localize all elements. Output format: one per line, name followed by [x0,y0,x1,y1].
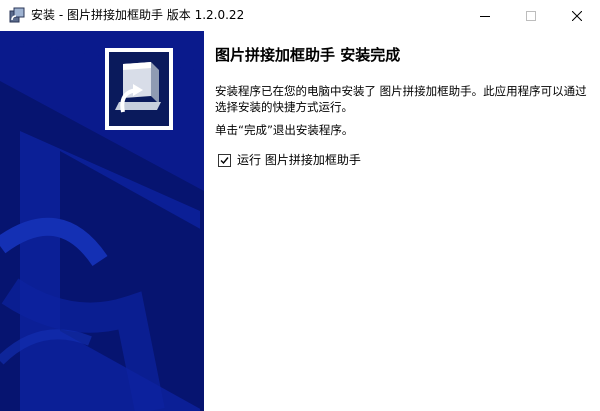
checkmark-icon [220,156,229,164]
run-app-label: 运行 图片拼接加框助手 [237,153,361,167]
title-bar[interactable]: 安装 - 图片拼接加框助手 版本 1.2.0.22 [0,0,600,31]
installer-app-icon [9,7,25,23]
close-icon [571,6,583,25]
window-title: 安装 - 图片拼接加框助手 版本 1.2.0.22 [31,8,245,22]
exit-instruction: 单击“完成”退出安装程序。 [215,123,354,137]
wizard-sidebar-image [0,31,204,411]
finish-description: 安装程序已在您的电脑中安装了 图片拼接加框助手。此应用程序可以通过选择安装的快捷… [215,84,587,114]
wizard-content: 图片拼接加框助手 安装完成 安装程序已在您的电脑中安装了 图片拼接加框助手。此应… [204,31,600,411]
finish-heading: 图片拼接加框助手 安装完成 [215,46,401,64]
installer-logo-icon [105,48,173,130]
run-app-option[interactable]: 运行 图片拼接加框助手 [218,152,361,168]
maximize-icon [526,6,536,25]
close-button[interactable] [554,0,600,31]
maximize-button[interactable] [508,0,554,31]
run-app-checkbox[interactable] [218,153,231,167]
minimize-button[interactable] [462,0,508,31]
minimize-icon [480,6,490,25]
